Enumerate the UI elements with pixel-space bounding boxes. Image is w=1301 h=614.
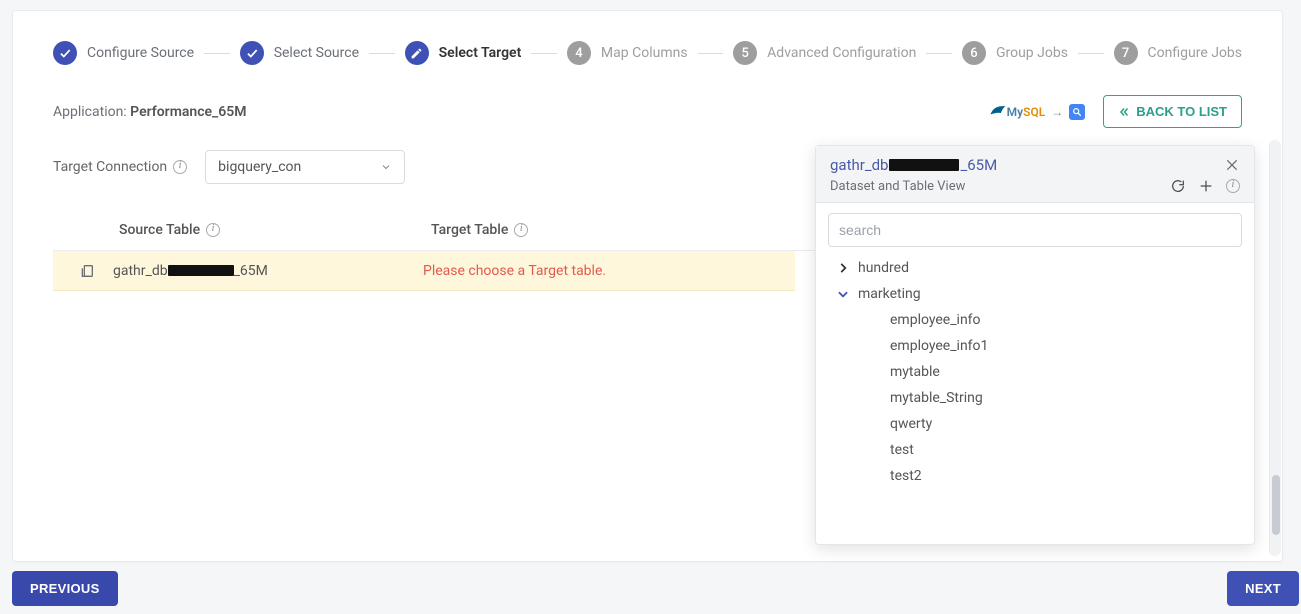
tree-leaf[interactable]: test bbox=[828, 437, 1242, 463]
chevron-down-icon bbox=[380, 161, 392, 173]
info-icon[interactable] bbox=[173, 160, 187, 174]
step-connector bbox=[531, 53, 557, 54]
plus-icon[interactable] bbox=[1198, 178, 1214, 194]
mysql-logo-icon: MySQL bbox=[989, 104, 1046, 119]
back-to-list-button[interactable]: BACK TO LIST bbox=[1103, 95, 1242, 128]
panel-subtitle: Dataset and Table View bbox=[830, 179, 965, 194]
info-icon[interactable] bbox=[206, 223, 220, 237]
step-group-jobs[interactable]: 6 Group Jobs bbox=[962, 41, 1068, 65]
redacted-text bbox=[889, 159, 959, 171]
close-icon[interactable] bbox=[1224, 157, 1240, 173]
step-connector bbox=[926, 53, 952, 54]
step-number: 7 bbox=[1114, 41, 1138, 65]
step-number: 6 bbox=[962, 41, 986, 65]
refresh-icon[interactable] bbox=[1170, 178, 1186, 194]
tree-leaf-label: test bbox=[890, 442, 914, 458]
wizard-footer: PREVIOUS NEXT bbox=[10, 571, 1301, 606]
step-number: 5 bbox=[733, 41, 757, 65]
pipeline-logo: MySQL → bbox=[989, 104, 1086, 120]
tree-node-label: hundred bbox=[858, 260, 909, 276]
scrollbar[interactable] bbox=[1269, 140, 1281, 556]
tree-leaf-label: mytable_String bbox=[890, 390, 983, 406]
step-configure-jobs[interactable]: 7 Configure Jobs bbox=[1114, 41, 1242, 65]
info-icon[interactable] bbox=[514, 223, 528, 237]
source-table-header: Source Table bbox=[119, 222, 200, 238]
tree: hundred marketing employee_info employee… bbox=[828, 255, 1242, 489]
info-icon[interactable] bbox=[1226, 179, 1240, 193]
tree-node-label: marketing bbox=[858, 286, 921, 302]
next-button[interactable]: NEXT bbox=[1227, 571, 1299, 606]
step-connector bbox=[204, 53, 230, 54]
step-configure-source[interactable]: Configure Source bbox=[53, 41, 194, 65]
clipboard-icon bbox=[79, 263, 95, 279]
previous-button[interactable]: PREVIOUS bbox=[12, 571, 118, 606]
table-row[interactable]: gathr_db_65M Please choose a Target tabl… bbox=[53, 251, 795, 291]
step-connector bbox=[369, 53, 395, 54]
arrow-right-icon: → bbox=[1051, 105, 1063, 119]
tree-leaf-label: employee_info1 bbox=[890, 338, 988, 354]
step-select-source[interactable]: Select Source bbox=[240, 41, 359, 65]
application-name: Performance_65M bbox=[130, 104, 246, 120]
stepper: Configure Source Select Source Select Ta… bbox=[53, 41, 1242, 65]
chevron-double-left-icon bbox=[1118, 106, 1130, 118]
tree-leaf[interactable]: qwerty bbox=[828, 411, 1242, 437]
tree-node-marketing[interactable]: marketing bbox=[828, 281, 1242, 307]
tree-leaf[interactable]: mytable_String bbox=[828, 385, 1242, 411]
redacted-text bbox=[168, 265, 234, 276]
back-to-list-label: BACK TO LIST bbox=[1136, 104, 1227, 119]
step-number: 4 bbox=[567, 41, 591, 65]
tree-leaf[interactable]: mytable bbox=[828, 359, 1242, 385]
bigquery-logo-icon bbox=[1069, 104, 1085, 120]
chevron-right-icon bbox=[836, 261, 850, 275]
step-label: Map Columns bbox=[601, 45, 688, 61]
tree-leaf-label: qwerty bbox=[890, 416, 932, 432]
pencil-icon bbox=[405, 41, 429, 65]
dataset-panel: gathr_db_65M Dataset and Table View hund… bbox=[815, 145, 1255, 545]
step-label: Select Source bbox=[274, 45, 359, 61]
tree-leaf-label: employee_info bbox=[890, 312, 981, 328]
application-label: Application: bbox=[53, 104, 130, 120]
check-icon bbox=[53, 41, 77, 65]
step-label: Configure Source bbox=[87, 45, 194, 61]
tree-leaf-label: mytable bbox=[890, 364, 940, 380]
application-row: Application: Performance_65M MySQL → BAC… bbox=[53, 95, 1242, 128]
tree-leaf-label: test2 bbox=[890, 468, 922, 484]
target-connection-label: Target Connection bbox=[53, 159, 167, 175]
step-select-target[interactable]: Select Target bbox=[405, 41, 522, 65]
step-advanced-config[interactable]: 5 Advanced Configuration bbox=[733, 41, 916, 65]
tree-leaf[interactable]: test2 bbox=[828, 463, 1242, 489]
select-value: bigquery_con bbox=[218, 159, 301, 175]
source-table-name: gathr_db_65M bbox=[113, 263, 268, 279]
target-table-header: Target Table bbox=[431, 222, 508, 238]
step-connector bbox=[1078, 53, 1104, 54]
tree-leaf[interactable]: employee_info1 bbox=[828, 333, 1242, 359]
step-label: Select Target bbox=[439, 45, 522, 61]
check-icon bbox=[240, 41, 264, 65]
step-connector bbox=[698, 53, 724, 54]
scrollbar-thumb[interactable] bbox=[1272, 475, 1280, 535]
tree-node-hundred[interactable]: hundred bbox=[828, 255, 1242, 281]
target-connection-select[interactable]: bigquery_con bbox=[205, 150, 405, 184]
step-label: Group Jobs bbox=[996, 45, 1068, 61]
tree-leaf[interactable]: employee_info bbox=[828, 307, 1242, 333]
step-map-columns[interactable]: 4 Map Columns bbox=[567, 41, 688, 65]
panel-title: gathr_db_65M bbox=[830, 156, 997, 174]
step-label: Advanced Configuration bbox=[767, 45, 916, 61]
target-table-message: Please choose a Target table. bbox=[423, 263, 795, 279]
chevron-down-icon bbox=[836, 287, 850, 301]
search-input[interactable] bbox=[828, 213, 1242, 247]
step-label: Configure Jobs bbox=[1148, 45, 1242, 61]
